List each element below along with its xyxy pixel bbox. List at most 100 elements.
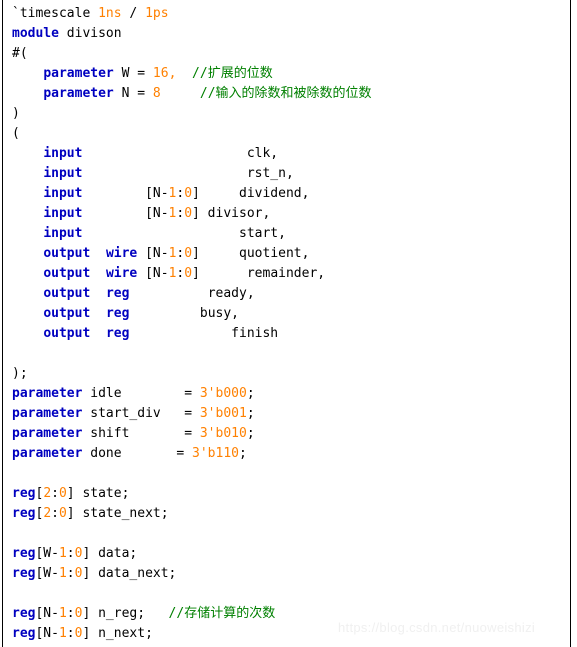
code-token-kw: parameter	[43, 66, 114, 81]
code-line: output reg ready,	[3, 284, 570, 304]
code-token-plain: ] state;	[66, 486, 130, 501]
csdn-watermark: https://blog.csdn.net/nuoweishizi	[338, 620, 536, 635]
code-token-plain: ] data;	[82, 546, 138, 561]
code-line: reg[2:0] state;	[3, 484, 570, 504]
code-token-plain: start,	[82, 226, 286, 241]
code-token-plain: [N-	[35, 606, 59, 621]
code-token-plain: idle =	[82, 386, 200, 401]
code-line: reg[W-1:0] data_next;	[3, 564, 570, 584]
code-token-num: 1ps	[145, 6, 169, 21]
code-line: input [N-1:0] dividend,	[3, 184, 570, 204]
code-token-kw: reg	[12, 506, 36, 521]
code-token-plain: ] quotient,	[192, 246, 310, 261]
code-line: );	[3, 364, 570, 384]
code-token-num: 1	[58, 606, 67, 621]
code-line: parameter done = 3'b110;	[3, 444, 570, 464]
code-token-plain: :	[66, 546, 75, 561]
code-token-plain: start_div =	[82, 406, 200, 421]
code-token-num: 3'b010	[199, 426, 247, 441]
code-token-kw: reg	[12, 486, 36, 501]
code-line: parameter N = 8 //输入的除数和被除数的位数	[3, 84, 570, 104]
code-token-num: 2	[43, 506, 52, 521]
code-token-kw: module	[12, 26, 59, 41]
code-token-plain: ] state_next;	[66, 506, 169, 521]
code-line: reg[W-1:0] data;	[3, 544, 570, 564]
code-token-plain: [N-	[35, 626, 59, 641]
code-token-num: 16	[152, 66, 169, 81]
code-token-num: 1ns	[98, 6, 122, 21]
code-line: input clk,	[3, 144, 570, 164]
code-token-num: 0	[184, 206, 193, 221]
code-token-plain: :	[51, 506, 59, 521]
code-token-plain: :	[66, 566, 75, 581]
code-token-plain: N =	[113, 86, 153, 101]
code-token-kw: output	[43, 286, 91, 301]
code-line: parameter start_div = 3'b001;	[3, 404, 570, 424]
code-token-plain: ] n_reg;	[82, 606, 169, 621]
code-token-kw: reg	[105, 306, 130, 321]
code-token-plain: [N-	[137, 266, 169, 281]
code-token-kw: reg	[12, 626, 36, 641]
code-token-plain: );	[12, 366, 28, 381]
code-token-num: 0	[184, 266, 193, 281]
code-token-kw: wire	[105, 246, 138, 261]
code-token-plain: ] divisor,	[192, 206, 271, 221]
code-token-plain: ;	[239, 446, 247, 461]
code-line: #(	[3, 44, 570, 64]
code-token-kw: reg	[105, 326, 130, 341]
code-token-kw: parameter	[12, 406, 83, 421]
code-token-plain: ;	[246, 426, 255, 441]
code-token-kw: reg	[12, 566, 36, 581]
code-token-plain: )	[12, 106, 20, 121]
code-token-plain: [W-	[35, 566, 59, 581]
code-listing[interactable]: `timescale 1ns / 1ps module divison #( par…	[3, 4, 570, 644]
code-token-comment: //存储计算的次数	[168, 606, 276, 621]
code-token-plain: :	[66, 626, 75, 641]
code-token-kw: parameter	[12, 386, 83, 401]
code-token-num: 0	[58, 506, 67, 521]
code-line: output wire [N-1:0] remainder,	[3, 264, 570, 284]
code-token-comment: //扩展的位数	[192, 66, 273, 81]
code-token-plain: clk,	[82, 146, 279, 161]
code-token-plain: (	[12, 126, 20, 141]
code-line: parameter shift = 3'b010;	[3, 424, 570, 444]
clipped-top-text: module divison	[11, 0, 570, 3]
code-token-kw: parameter	[12, 446, 83, 461]
code-token-plain: /	[121, 6, 146, 21]
code-line: input [N-1:0] divisor,	[3, 204, 570, 224]
code-token-num: 1	[58, 566, 67, 581]
clipped-top-row: module divison	[3, 0, 570, 3]
code-token-num: 1	[58, 626, 67, 641]
code-token-num: 0	[184, 186, 193, 201]
code-line: module divison	[3, 24, 570, 44]
code-token-plain: rst_n,	[82, 166, 294, 181]
code-token-kw: reg	[12, 546, 36, 561]
code-token-plain: shift =	[82, 426, 200, 441]
code-line: parameter W = 16, //扩展的位数	[3, 64, 570, 84]
code-line: input rst_n,	[3, 164, 570, 184]
code-token-plain: [W-	[35, 546, 59, 561]
code-token-kw: input	[43, 226, 83, 241]
code-token-plain: busy,	[129, 306, 239, 321]
code-line: (	[3, 124, 570, 144]
code-token-kw: input	[43, 206, 83, 221]
code-token-plain: ] n_next;	[82, 626, 153, 641]
code-line: output reg busy,	[3, 304, 570, 324]
code-token-plain: divison	[58, 26, 122, 41]
code-token-plain: [N-	[82, 206, 169, 221]
